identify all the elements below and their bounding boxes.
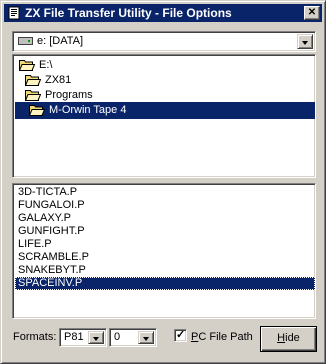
file-options-window: ZX File Transfer Utility - File Options … <box>0 0 326 364</box>
close-button[interactable]: ✕ <box>304 6 320 20</box>
close-icon: ✕ <box>307 7 317 18</box>
file-list-item[interactable]: SNAKEBYT.P <box>15 264 315 277</box>
hide-button[interactable]: Hide <box>260 326 317 352</box>
window-title: ZX File Transfer Utility - File Options <box>25 6 232 20</box>
format-dropdown-button[interactable] <box>88 331 104 344</box>
chevron-down-icon <box>302 41 308 45</box>
formats-label: Formats: <box>13 331 57 343</box>
pc-file-path-checkbox[interactable]: ✓ <box>174 329 187 342</box>
folder-open-icon <box>19 60 35 71</box>
drive-select-value: e: [DATA] <box>37 35 84 47</box>
checkmark-icon: ✓ <box>176 329 186 341</box>
drive-dropdown-button[interactable] <box>297 34 313 49</box>
file-list-item-selected[interactable]: SPACEINV.P <box>15 277 315 290</box>
index-select[interactable]: 0 <box>109 328 157 347</box>
app-icon <box>8 6 20 20</box>
tree-item-label: M-Orwin Tape 4 <box>49 104 127 116</box>
index-select-value: 0 <box>114 331 121 343</box>
file-list-item[interactable]: GALAXY.P <box>15 212 315 225</box>
chevron-down-icon <box>93 337 99 341</box>
drive-select[interactable]: e: [DATA] <box>12 31 316 52</box>
chevron-down-icon <box>143 337 149 341</box>
format-select-value: P81 <box>64 331 84 343</box>
drive-icon <box>18 37 33 45</box>
file-list[interactable]: 3D-TICTA.P FUNGALOI.P GALAXY.P GUNFIGHT.… <box>12 183 316 319</box>
file-list-item[interactable]: SCRAMBLE.P <box>15 251 315 264</box>
tree-item-label: E:\ <box>39 59 53 71</box>
title-bar[interactable]: ZX File Transfer Utility - File Options … <box>4 4 322 22</box>
index-dropdown-button[interactable] <box>138 331 154 344</box>
file-list-item[interactable]: 3D-TICTA.P <box>15 186 315 199</box>
folder-open-icon <box>25 75 41 86</box>
folder-tree[interactable]: E:\ ZX81 Programs M-Orwin Tape 4 <box>12 54 316 178</box>
file-list-item[interactable]: FUNGALOI.P <box>15 199 315 212</box>
format-select[interactable]: P81 <box>59 328 107 347</box>
pc-file-path-label[interactable]: PC File Path <box>191 331 253 343</box>
folder-open-icon <box>29 105 45 116</box>
file-list-item[interactable]: GUNFIGHT.P <box>15 225 315 238</box>
tree-item-label: ZX81 <box>45 74 72 86</box>
folder-open-icon <box>25 90 41 101</box>
file-list-item[interactable]: LIFE.P <box>15 238 315 251</box>
tree-item-label: Programs <box>45 89 93 101</box>
